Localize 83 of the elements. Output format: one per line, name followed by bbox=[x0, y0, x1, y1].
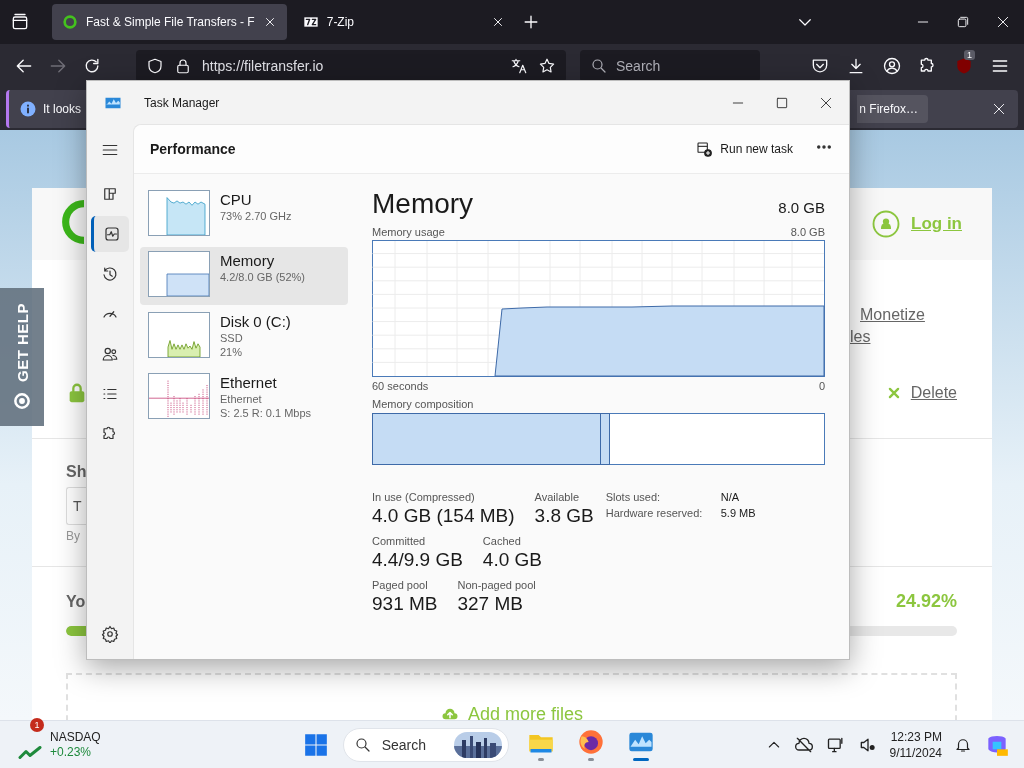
chart-max: 8.0 GB bbox=[790, 226, 825, 238]
browser-tab[interactable]: Fast & Simple File Transfers - F bbox=[52, 4, 287, 40]
add-task-icon bbox=[696, 141, 713, 157]
stat-value: 4.4/9.9 GB bbox=[372, 549, 463, 571]
files-link[interactable]: les bbox=[850, 328, 871, 346]
search-icon bbox=[353, 735, 372, 754]
info-icon bbox=[19, 100, 37, 118]
time-span-label: 60 seconds bbox=[372, 380, 429, 392]
lock-icon bbox=[174, 57, 192, 75]
maximize-icon[interactable] bbox=[775, 95, 789, 110]
resource-item[interactable]: Memory 4.2/8.0 GB (52%) bbox=[140, 247, 348, 305]
translate-icon[interactable] bbox=[510, 57, 528, 75]
notification-text: It looks bbox=[43, 102, 81, 116]
section-title: Performance bbox=[150, 141, 236, 157]
resource-item[interactable]: CPU 73% 2.70 GHz bbox=[140, 186, 348, 244]
notification-button[interactable]: n Firefox… bbox=[857, 95, 928, 123]
nav-item[interactable] bbox=[91, 216, 129, 252]
start-icon[interactable] bbox=[302, 731, 329, 758]
window-title: Task Manager bbox=[144, 95, 220, 110]
stock-chart-icon[interactable] bbox=[18, 745, 42, 760]
detail-title: Memory bbox=[372, 188, 474, 220]
logo-icon bbox=[62, 200, 84, 244]
mini-graph bbox=[148, 312, 210, 358]
browser-tab[interactable]: 7-Zip bbox=[292, 4, 515, 40]
chart-label: Memory usage bbox=[372, 226, 445, 238]
total-memory: 8.0 GB bbox=[778, 199, 825, 218]
time-end-label: 0 bbox=[818, 380, 825, 392]
stat-label: Hardware reserved: bbox=[605, 507, 704, 519]
stat-label: In use (Compressed) bbox=[372, 491, 476, 503]
resource-item[interactable]: Disk 0 (C:) SSD 21% bbox=[140, 308, 348, 366]
stat-value: 5.9 MB bbox=[720, 507, 756, 519]
upload-percent: 24.92% bbox=[895, 591, 957, 612]
close-icon[interactable] bbox=[992, 102, 1006, 116]
clock-time[interactable]: 12:23 PM bbox=[890, 728, 942, 745]
clock-date[interactable]: 9/11/2024 bbox=[889, 744, 942, 761]
stat-label: Paged pool bbox=[372, 579, 429, 591]
users-icon bbox=[101, 345, 119, 363]
grid-icon bbox=[101, 185, 119, 203]
mini-graph bbox=[148, 251, 210, 297]
resource-item[interactable]: Ethernet Ethernet S: 2.5 R: 0.1 Mbps bbox=[140, 369, 348, 427]
stat-label: Cached bbox=[482, 535, 522, 547]
stat-value: 327 MB bbox=[457, 593, 524, 615]
monetize-link[interactable]: Monetize bbox=[860, 306, 925, 324]
close-icon[interactable] bbox=[996, 15, 1010, 29]
mini-graph bbox=[148, 373, 210, 419]
stat-label: Available bbox=[534, 491, 580, 503]
help-tab[interactable]: GET HELP bbox=[0, 288, 44, 426]
tab-list-icon[interactable] bbox=[10, 12, 30, 32]
stat-label: Non-paged pool bbox=[457, 579, 536, 591]
upload-heading: Yo bbox=[66, 592, 86, 611]
delete-link[interactable]: Delete bbox=[910, 384, 957, 402]
share-heading: Sh bbox=[66, 463, 88, 481]
stat-value: 4.0 GB bbox=[482, 549, 542, 571]
widget-change: +0.23% bbox=[50, 744, 93, 760]
search-field[interactable]: Search bbox=[580, 50, 760, 82]
user-icon bbox=[871, 209, 901, 239]
pulse-icon bbox=[102, 225, 121, 243]
shield-icon bbox=[146, 57, 164, 75]
history-icon bbox=[101, 265, 119, 283]
close-icon[interactable] bbox=[819, 95, 833, 110]
stat-value: 3.8 GB bbox=[534, 505, 594, 527]
stat-value: 931 MB bbox=[372, 593, 438, 615]
address-field[interactable]: https://filetransfer.io bbox=[136, 50, 566, 82]
notification-badge: 1 bbox=[964, 50, 975, 60]
stat-value: 4.0 GB (154 MB) bbox=[372, 505, 515, 527]
site-favicon bbox=[62, 14, 78, 30]
delete-icon bbox=[886, 386, 901, 400]
stat-label: Committed bbox=[372, 535, 427, 547]
account-icon[interactable] bbox=[882, 56, 902, 76]
lifebuoy-icon bbox=[12, 390, 32, 411]
search-icon bbox=[590, 57, 608, 75]
restore-icon[interactable] bbox=[956, 15, 970, 29]
star-icon[interactable] bbox=[538, 57, 556, 75]
run-new-task-button[interactable]: Run new task bbox=[688, 135, 801, 163]
settings-icon[interactable] bbox=[101, 625, 119, 643]
stat-value: N/A bbox=[720, 491, 741, 503]
share-note: By bbox=[66, 529, 80, 543]
widget-title[interactable]: NASDAQ bbox=[50, 729, 101, 745]
mini-graph bbox=[148, 190, 210, 236]
app-favicon bbox=[302, 14, 319, 30]
taskbar-search-field[interactable]: Search bbox=[342, 727, 509, 762]
stat-label: Slots used: bbox=[605, 491, 662, 503]
composition-label: Memory composition bbox=[372, 398, 474, 410]
